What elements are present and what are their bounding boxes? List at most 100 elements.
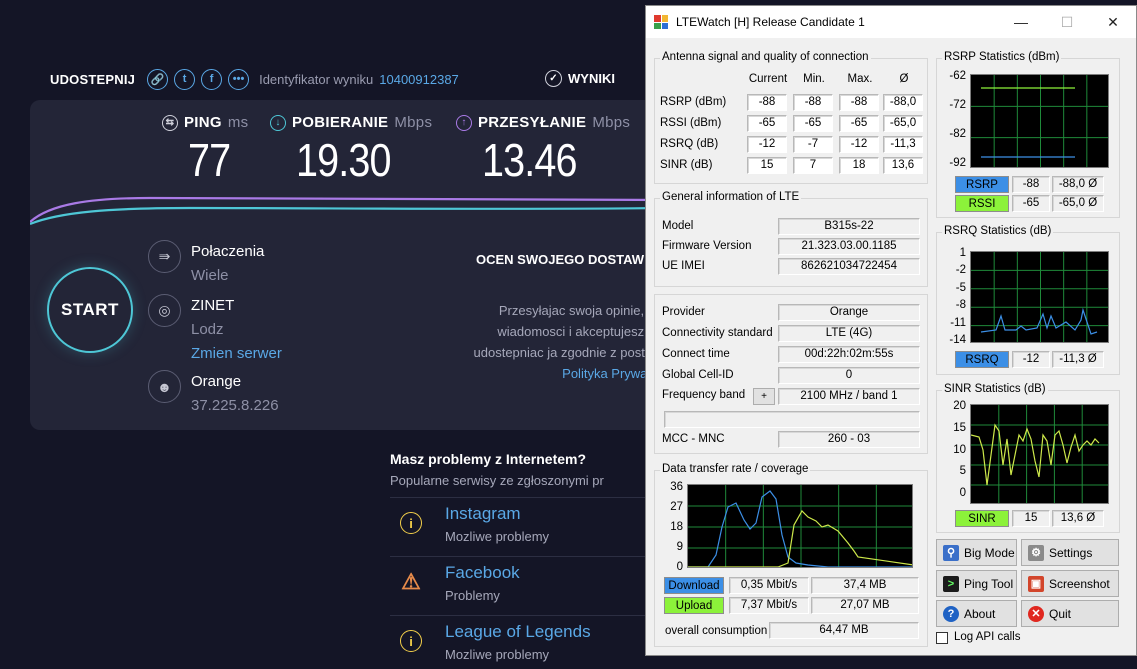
download-rate-field: 0,35 Mbit/s	[729, 577, 809, 594]
facebook-icon[interactable]: f	[201, 68, 223, 90]
info-icon: i	[400, 630, 422, 652]
rsrq-legend: RSRQ	[955, 351, 1009, 368]
link-icon[interactable]: 🔗	[147, 68, 169, 90]
network-info-group: Provider Orange Connectivity standard LT…	[654, 294, 928, 454]
rsrq-current: -12	[1012, 351, 1050, 368]
upload-label: PRZESYŁANIE	[478, 114, 587, 131]
isp-ip: 37.225.8.226	[191, 397, 279, 414]
problem-status: Mozliwe problemy	[445, 647, 550, 662]
share-bar: UDOSTEPNIJ 🔗 t f ••• Identyfikator wynik…	[50, 66, 459, 92]
start-button[interactable]: START	[47, 267, 133, 353]
transfer-group: Data transfer rate / coverage 36 27 18 9 0 D…	[654, 463, 928, 647]
axis-tick-label: -14	[949, 334, 966, 346]
ping-metric: ⇆ PING ms 77	[162, 114, 248, 187]
about-button[interactable]: ? About	[936, 600, 1017, 627]
rsrq-chart	[970, 251, 1109, 343]
results-label: WYNIKI	[568, 71, 615, 86]
warning-icon: ⚠	[401, 569, 421, 594]
overall-label: overall consumption	[665, 625, 768, 637]
axis-tick-label: 1	[959, 247, 966, 259]
download-icon: ↓	[270, 114, 286, 131]
settings-label: Settings	[1049, 545, 1093, 560]
rssi-legend: RSSI	[955, 195, 1009, 212]
rsrq-stats-title: RSRQ Statistics (dB)	[942, 225, 1054, 237]
rate-line-3: udostepniac ja zgodnie z postanowie	[473, 345, 670, 360]
close-button[interactable]: ✕	[1090, 6, 1136, 38]
frequency-band-field: 2100 MHz / band 1	[778, 388, 920, 405]
sinr-legend: SINR	[955, 510, 1009, 527]
ping-tool-button[interactable]: > Ping Tool	[936, 570, 1017, 597]
axis-tick-label: 20	[953, 400, 966, 412]
axis-tick-label: 15	[953, 421, 966, 434]
download-metric: ↓ POBIERANIE Mbps 19.30	[270, 114, 432, 187]
axis-tick-label: -11	[950, 316, 966, 329]
log-api-label: Log API calls	[954, 631, 1021, 643]
download-unit: Mbps	[394, 114, 433, 131]
mcc-mnc-field: 260 - 03	[778, 431, 920, 448]
sinr-stats-group: SINR Statistics (dB) 20 15 10 5 0 SINR 15 13…	[936, 383, 1120, 533]
server-info: ◎ ZINET Lodz Zmien serwer	[148, 294, 282, 366]
rsrp-chart	[970, 74, 1109, 168]
signal-value-cell: -11,3	[883, 136, 923, 153]
download-total-field: 37,4 MB	[811, 577, 919, 594]
axis-tick-label: -5	[955, 281, 966, 294]
overall-field: 64,47 MB	[769, 622, 919, 639]
sinr-average: 13,6 Ø	[1052, 510, 1104, 527]
signal-row-label: RSSI (dBm)	[660, 117, 722, 129]
header-current: Current	[748, 73, 788, 85]
problem-item-instagram[interactable]: i Instagram Mozliwe problemy	[390, 497, 650, 555]
minimize-button[interactable]: —	[998, 6, 1044, 38]
ltewatch-window: LTEWatch [H] Release Candidate 1 — ☐ ✕ A…	[645, 5, 1137, 656]
big-mode-button[interactable]: ⚲ Big Mode	[936, 539, 1017, 566]
screenshot-button[interactable]: ▣ Screenshot	[1021, 570, 1119, 597]
axis-tick-label: -82	[949, 128, 966, 140]
rssi-current: -65	[1012, 195, 1050, 212]
change-server-link[interactable]: Zmien serwer	[191, 342, 282, 366]
title-bar[interactable]: LTEWatch [H] Release Candidate 1 — ☐ ✕	[646, 6, 1136, 38]
isp-info: ☻ Orange 37.225.8.226	[148, 370, 279, 418]
result-id-link[interactable]: 10400912387	[379, 72, 459, 87]
ping-icon: ⇆	[162, 114, 178, 131]
connect-time-label: Connect time	[662, 348, 730, 360]
maximize-button[interactable]: ☐	[1044, 6, 1090, 38]
download-value: 19.30	[296, 134, 392, 186]
rsrp-stats-group: RSRP Statistics (dBm) -62 -72 -82 -92 RSRP …	[936, 51, 1120, 218]
problem-item-facebook[interactable]: ⚠ Facebook Problemy	[390, 556, 650, 614]
info-icon: i	[400, 512, 422, 534]
log-api-checkbox[interactable]	[936, 632, 948, 644]
rate-line-2: wiadomosci i akceptujesz, ze Oo	[497, 324, 670, 339]
provider-label: Provider	[662, 306, 705, 318]
problems-subtitle: Popularne serwisy ze zgłoszonymi pr	[390, 473, 604, 488]
firmware-label: Firmware Version	[662, 240, 752, 252]
axis-tick-label: -72	[949, 99, 966, 111]
connect-time-field: 00d:22h:02m:55s	[778, 346, 920, 363]
axis-tick-label: 9	[676, 541, 683, 553]
band-expand-button[interactable]: +	[753, 388, 775, 405]
model-field: B315s-22	[778, 218, 920, 235]
imei-label: UE IMEI	[662, 260, 705, 272]
results-link[interactable]: ✓ WYNIKI	[545, 70, 615, 87]
signal-value-cell: -88	[839, 94, 879, 111]
settings-button[interactable]: ⚙ Settings	[1021, 539, 1119, 566]
header-avg: Ø	[899, 73, 909, 85]
problem-item-league-of-legends[interactable]: i League of Legends Mozliwe problemy	[390, 615, 650, 669]
twitter-icon[interactable]: t	[174, 68, 196, 90]
header-max: Max.	[847, 73, 873, 85]
connections-icon: ⇛	[148, 240, 181, 273]
signal-value-cell: 13,6	[883, 157, 923, 174]
axis-tick-label: 27	[670, 501, 683, 513]
more-icon[interactable]: •••	[228, 68, 250, 90]
axis-tick-label: -92	[949, 157, 966, 169]
connections-title: Połaczenia	[191, 243, 265, 260]
ping-tool-label: Ping Tool	[964, 576, 1014, 591]
window-title: LTEWatch [H] Release Candidate 1	[676, 15, 865, 29]
ping-label: PING	[184, 114, 222, 131]
gear-icon: ⚙	[1028, 544, 1044, 561]
rsrp-legend: RSRP	[955, 176, 1009, 193]
speed-wave-graph	[30, 196, 670, 226]
problem-service-name: League of Legends	[445, 622, 591, 641]
quit-button[interactable]: ✕ Quit	[1021, 600, 1119, 627]
sinr-chart	[970, 404, 1109, 504]
signal-group-title: Antenna signal and quality of connection	[660, 51, 871, 63]
upload-value: 13.46	[482, 134, 578, 186]
